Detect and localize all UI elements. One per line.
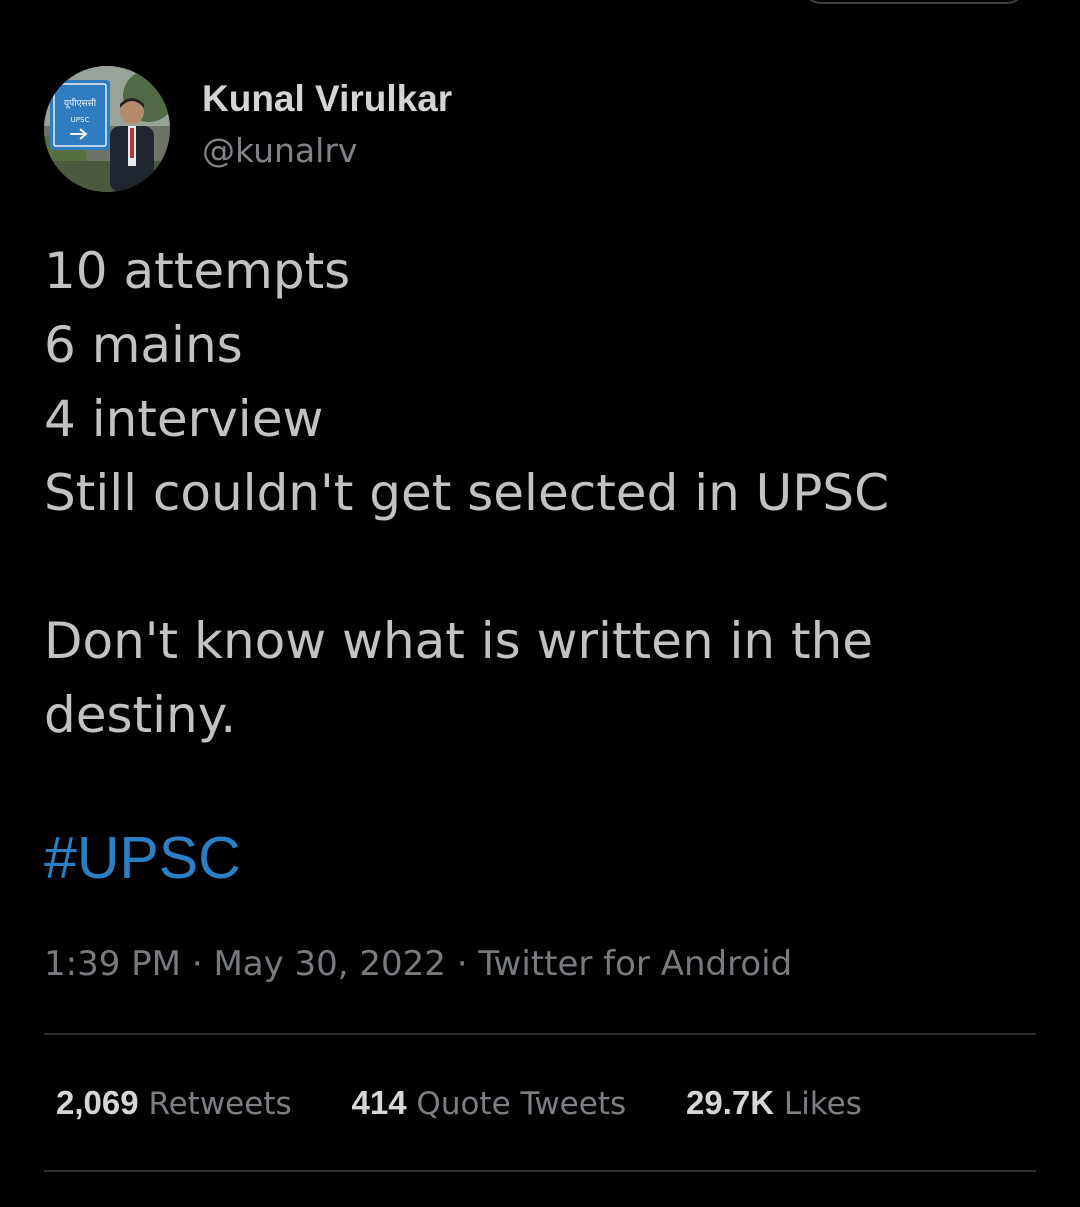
tweet-line: 4 interview	[44, 390, 324, 448]
tweet-line: Still couldn't get selected in UPSC	[44, 464, 890, 522]
retweets-stat[interactable]: 2,069 Retweets	[56, 1084, 292, 1122]
quote-tweets-label: Quote Tweets	[416, 1086, 627, 1122]
meta-separator: ·	[456, 944, 468, 984]
hashtag-link[interactable]: #UPSC	[44, 824, 241, 892]
likes-count: 29.7K	[686, 1084, 775, 1121]
divider	[44, 1033, 1036, 1035]
tweet-line: destiny.	[44, 686, 237, 744]
meta-separator: ·	[191, 944, 203, 984]
retweets-label: Retweets	[148, 1086, 292, 1122]
quote-tweets-stat[interactable]: 414 Quote Tweets	[352, 1084, 627, 1122]
tweet-line: 10 attempts	[44, 242, 351, 300]
avatar-sign-hindi: यूपीएससी	[64, 97, 97, 109]
tweet-text: 10 attempts 6 mains 4 interview Still co…	[44, 234, 1044, 752]
author-handle[interactable]: @kunalrv	[202, 131, 357, 170]
tweet-date[interactable]: May 30, 2022	[213, 944, 446, 984]
tweet-meta: 1:39 PM · May 30, 2022 · Twitter for And…	[44, 944, 792, 984]
tweet-line: Don't know what is written in the	[44, 612, 874, 670]
likes-label: Likes	[783, 1086, 862, 1122]
avatar-sign-label: UPSC	[71, 116, 90, 124]
tweet-source[interactable]: Twitter for Android	[478, 944, 792, 984]
likes-stat[interactable]: 29.7K Likes	[686, 1084, 862, 1122]
author-avatar[interactable]: यूपीएससी UPSC	[44, 66, 170, 192]
retweets-count: 2,069	[56, 1084, 139, 1121]
quote-tweets-count: 414	[351, 1084, 407, 1121]
avatar-photo: यूपीएससी UPSC	[44, 66, 170, 192]
tweet-line: 6 mains	[44, 316, 243, 374]
tweet-time[interactable]: 1:39 PM	[44, 944, 181, 984]
author-name[interactable]: Kunal Virulkar	[202, 78, 452, 120]
follow-button-edge[interactable]	[800, 0, 1028, 4]
tweet-stats: 2,069 Retweets 414 Quote Tweets 29.7K Li…	[56, 1084, 912, 1122]
divider	[44, 1170, 1036, 1172]
